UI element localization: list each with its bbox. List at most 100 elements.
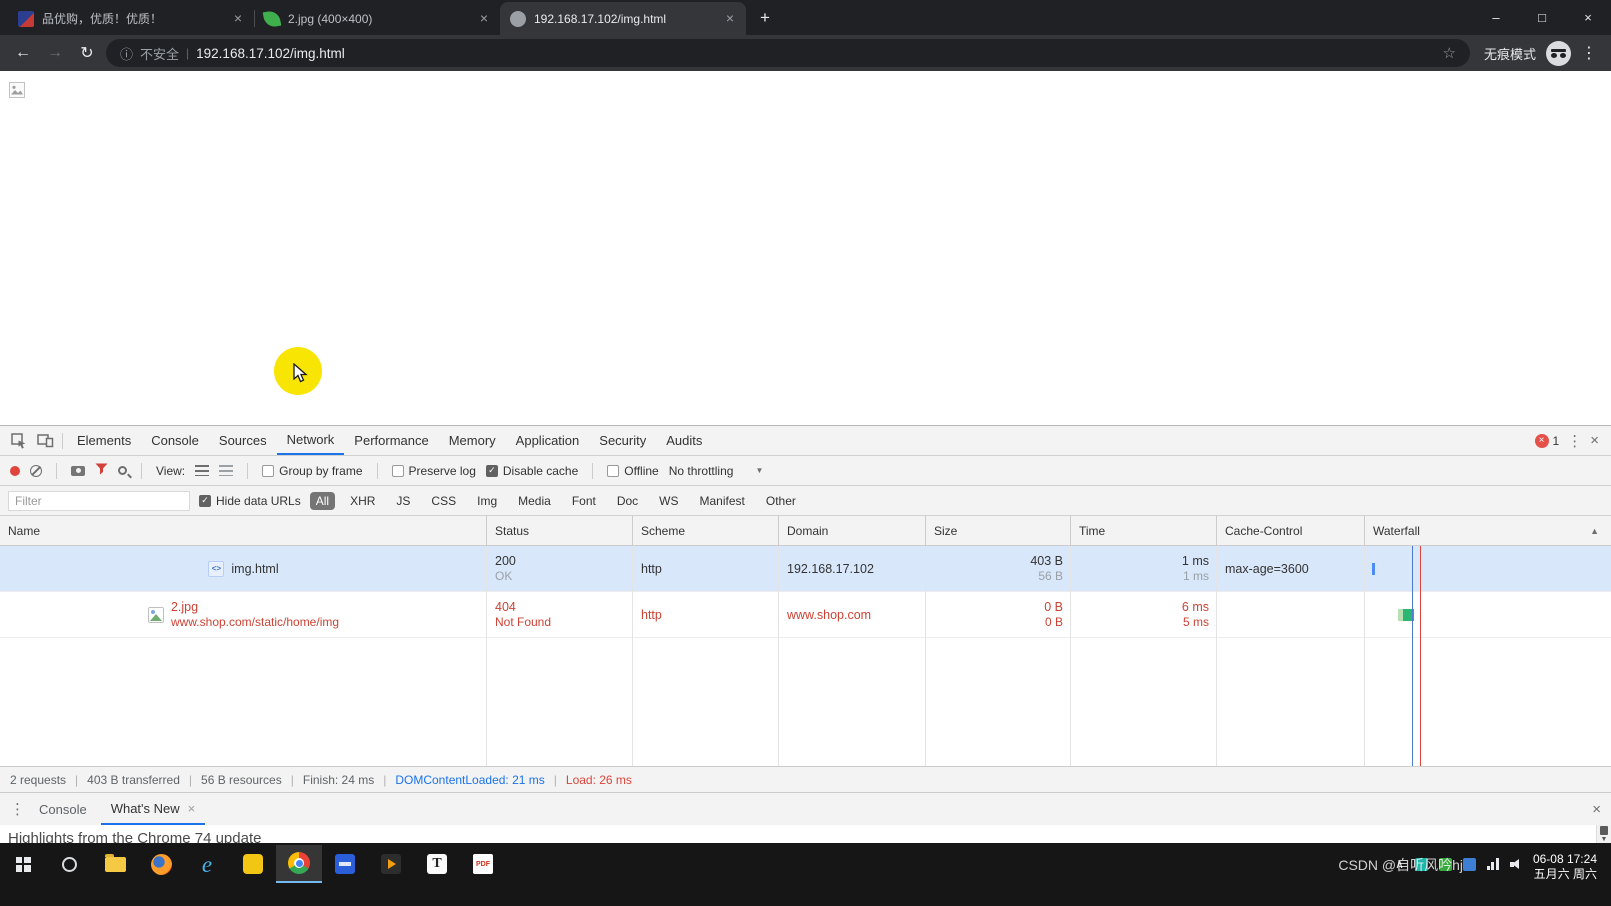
filter-type-css[interactable]: CSS bbox=[425, 492, 462, 510]
devtools-menu-icon[interactable]: ⋮ bbox=[1567, 432, 1582, 450]
column-header-scheme[interactable]: Scheme bbox=[633, 516, 779, 545]
device-toolbar-icon[interactable] bbox=[32, 428, 58, 454]
bookmark-star-icon[interactable]: ☆ bbox=[1443, 44, 1456, 62]
devtools-tab-sources[interactable]: Sources bbox=[209, 426, 277, 455]
tray-app-icon[interactable] bbox=[1415, 858, 1428, 871]
tray-chevron-up-icon[interactable]: ∧ bbox=[1395, 857, 1404, 871]
devtools-tab-audits[interactable]: Audits bbox=[656, 426, 712, 455]
tray-app-icon[interactable] bbox=[1439, 858, 1452, 871]
address-omnibox[interactable]: ⓘ 不安全 | 192.168.17.102/img.html ☆ bbox=[106, 39, 1470, 67]
media-player-button[interactable] bbox=[368, 845, 414, 883]
close-tab-icon[interactable]: × bbox=[188, 801, 196, 816]
file-explorer-button[interactable] bbox=[92, 845, 138, 883]
filter-type-other[interactable]: Other bbox=[760, 492, 802, 510]
browser-tab-imghtml[interactable]: 192.168.17.102/img.html × bbox=[500, 2, 746, 35]
filter-type-all[interactable]: All bbox=[310, 492, 335, 510]
info-icon[interactable]: ⓘ bbox=[120, 44, 133, 63]
devtools-tab-performance[interactable]: Performance bbox=[344, 426, 438, 455]
browser-tab-2jpg[interactable]: 2.jpg (400×400) × bbox=[254, 2, 500, 35]
column-header-cache-control[interactable]: Cache-Control bbox=[1217, 516, 1365, 545]
disable-cache-checkbox[interactable]: ✓ bbox=[486, 465, 498, 477]
filter-type-manifest[interactable]: Manifest bbox=[694, 492, 751, 510]
devtools-tab-security[interactable]: Security bbox=[589, 426, 656, 455]
reload-icon[interactable]: ↻ bbox=[74, 40, 100, 66]
throttling-select[interactable]: No throttling ▼ bbox=[669, 464, 764, 478]
scrollbar[interactable]: ▼ bbox=[1596, 825, 1611, 844]
screenshot-camera-icon[interactable] bbox=[71, 466, 85, 476]
filter-type-img[interactable]: Img bbox=[471, 492, 503, 510]
group-by-frame-option[interactable]: Group by frame bbox=[262, 464, 362, 478]
minimize-button[interactable]: – bbox=[1473, 0, 1519, 35]
start-button[interactable] bbox=[0, 845, 46, 883]
filter-type-xhr[interactable]: XHR bbox=[344, 492, 381, 510]
search-icon[interactable] bbox=[118, 466, 127, 475]
hide-data-urls-option[interactable]: ✓ Hide data URLs bbox=[199, 494, 301, 508]
offline-label: Offline bbox=[624, 464, 658, 478]
forward-icon[interactable]: → bbox=[42, 40, 68, 66]
search-button[interactable] bbox=[46, 845, 92, 883]
drawer-tab-console[interactable]: Console bbox=[29, 793, 97, 825]
drawer-close-icon[interactable]: × bbox=[1592, 801, 1601, 818]
preserve-log-option[interactable]: Preserve log bbox=[392, 464, 476, 478]
column-header-size[interactable]: Size bbox=[926, 516, 1071, 545]
devtools-tab-network[interactable]: Network bbox=[277, 426, 345, 455]
hide-data-urls-checkbox[interactable]: ✓ bbox=[199, 495, 211, 507]
drawer-tab-whats-new[interactable]: What's New × bbox=[101, 793, 206, 825]
tray-clock[interactable]: 06-08 17:24 五月六 周六 bbox=[1533, 852, 1601, 882]
incognito-avatar[interactable] bbox=[1546, 41, 1571, 66]
column-header-time[interactable]: Time bbox=[1071, 516, 1217, 545]
record-icon[interactable] bbox=[10, 466, 20, 476]
browser-menu-icon[interactable]: ⋮ bbox=[1577, 43, 1601, 63]
clear-icon[interactable] bbox=[30, 465, 42, 477]
new-tab-button[interactable]: + bbox=[752, 5, 778, 31]
column-header-waterfall[interactable]: Waterfall ▲ bbox=[1365, 516, 1611, 545]
browser-tab-pinyougou[interactable]: 品优购，优质！优质！ × bbox=[8, 2, 254, 35]
preserve-log-checkbox[interactable] bbox=[392, 465, 404, 477]
back-icon[interactable]: ← bbox=[10, 40, 36, 66]
devtools-tab-memory[interactable]: Memory bbox=[439, 426, 506, 455]
disable-cache-option[interactable]: ✓ Disable cache bbox=[486, 464, 578, 478]
office-button[interactable] bbox=[322, 845, 368, 883]
column-header-name[interactable]: Name bbox=[0, 516, 487, 545]
tray-app-icon[interactable] bbox=[1463, 858, 1476, 871]
url-text[interactable]: 192.168.17.102/img.html bbox=[196, 46, 1435, 61]
chrome-button[interactable] bbox=[276, 845, 322, 883]
network-row-img-html[interactable]: <> img.html 200 OK http 192.168.17.102 4… bbox=[0, 546, 1611, 592]
filter-type-ws[interactable]: WS bbox=[653, 492, 684, 510]
network-icon[interactable] bbox=[1487, 858, 1499, 870]
maximize-button[interactable]: □ bbox=[1519, 0, 1565, 35]
error-badge[interactable]: × 1 bbox=[1535, 434, 1560, 448]
filter-input[interactable] bbox=[8, 491, 190, 511]
offline-checkbox[interactable] bbox=[607, 465, 619, 477]
filter-type-font[interactable]: Font bbox=[566, 492, 602, 510]
column-header-domain[interactable]: Domain bbox=[779, 516, 926, 545]
offline-option[interactable]: Offline bbox=[607, 464, 658, 478]
devtools-tab-console[interactable]: Console bbox=[141, 426, 209, 455]
large-rows-icon[interactable] bbox=[195, 465, 209, 476]
scrollbar-thumb[interactable] bbox=[1600, 826, 1608, 835]
filter-type-js[interactable]: JS bbox=[390, 492, 416, 510]
network-row-2jpg[interactable]: 2.jpg www.shop.com/static/home/img 404 N… bbox=[0, 592, 1611, 638]
devtools-close-icon[interactable]: × bbox=[1590, 432, 1599, 449]
internet-explorer-button[interactable]: e bbox=[184, 845, 230, 883]
volume-icon[interactable] bbox=[1510, 858, 1522, 870]
tab-close-icon[interactable]: × bbox=[476, 11, 492, 27]
windows-taskbar: e T PDF ∧ 06-08 17:24 五月六 周六 CSDN @自听风吟h… bbox=[0, 843, 1611, 906]
tab-close-icon[interactable]: × bbox=[230, 11, 246, 27]
filter-type-doc[interactable]: Doc bbox=[611, 492, 644, 510]
typora-button[interactable]: T bbox=[414, 845, 460, 883]
filter-type-media[interactable]: Media bbox=[512, 492, 557, 510]
close-window-button[interactable]: × bbox=[1565, 0, 1611, 35]
overview-icon[interactable] bbox=[219, 465, 233, 476]
image-tool-button[interactable] bbox=[230, 845, 276, 883]
devtools-tab-elements[interactable]: Elements bbox=[67, 426, 141, 455]
devtools-tab-application[interactable]: Application bbox=[506, 426, 590, 455]
group-by-frame-checkbox[interactable] bbox=[262, 465, 274, 477]
pdf-reader-button[interactable]: PDF bbox=[460, 845, 506, 883]
tab-close-icon[interactable]: × bbox=[722, 11, 738, 27]
inspect-element-icon[interactable] bbox=[6, 428, 32, 454]
drawer-menu-icon[interactable]: ⋮ bbox=[10, 800, 25, 818]
filter-funnel-icon[interactable] bbox=[95, 463, 108, 478]
firefox-button[interactable] bbox=[138, 845, 184, 883]
column-header-status[interactable]: Status bbox=[487, 516, 633, 545]
